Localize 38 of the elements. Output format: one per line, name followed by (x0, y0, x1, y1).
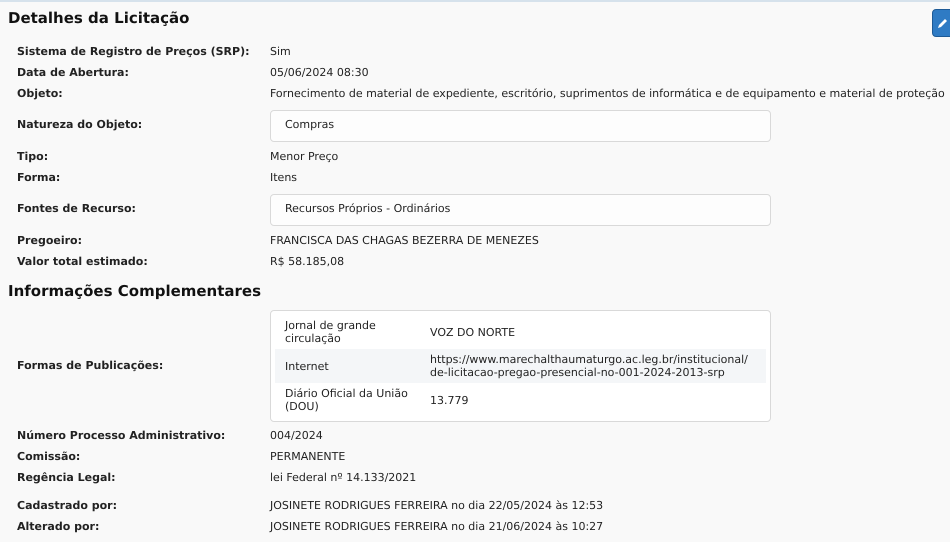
section-title: Informações Complementares (8, 280, 262, 302)
table-cell-text: Internet (284, 360, 330, 372)
value-box: Recursos Próprios - Ordinários (270, 194, 771, 226)
field-label: Fontes de Recurso: (17, 201, 137, 218)
field-label: Valor total estimado: (17, 254, 149, 270)
field-label: Tipo: (17, 148, 50, 165)
section-title: Detalhes da Licitação (8, 8, 190, 29)
field-value: Itens (270, 170, 298, 186)
field-value: R$ 58.185,08 (270, 254, 344, 270)
field-label: Pregoeiro: (17, 232, 83, 249)
field-value: Fornecimento de material de expediente, escritório, suprimentos de informática e de equipamento e material de proteção (270, 86, 945, 102)
pencil-icon (937, 17, 949, 29)
field-value: 05/06/2024 08:30 (270, 64, 369, 81)
field-label: Formas de Publicações: (17, 358, 164, 374)
table-cell: https://www.marechalthaumaturgo.ac.leg.br/institucional/ de-licitacao-pregao-presencial-no-001-2024-2013-srp (430, 353, 748, 379)
field-label: Forma: (17, 170, 62, 186)
table-cell-text: Jornal de grande circulação (284, 319, 377, 345)
field-value: Menor Preço (270, 148, 338, 165)
table-cell: VOZ DO NORTE (430, 326, 516, 338)
field-label: Regência Legal: (17, 470, 117, 486)
field-value: Sim (270, 44, 291, 60)
field-label: Comissão: (17, 449, 82, 466)
field-value: JOSINETE RODRIGUES FERREIRA no dia 22/05/2024 às 12:53 (270, 498, 604, 514)
field-label: Alterado por: (17, 519, 100, 536)
value-box: Compras (270, 110, 771, 142)
field-value: FRANCISCA DAS CHAGAS BEZERRA DE MENEZES (270, 232, 539, 249)
table-cell-text: Diário Oficial da União (DOU) (284, 387, 409, 413)
field-label: Sistema de Registro de Preços (SRP): (17, 44, 251, 60)
field-label: Cadastrado por: (17, 498, 118, 514)
table-cell: 13.779 (430, 394, 468, 406)
field-label: Data de Abertura: (17, 64, 130, 81)
field-value: lei Federal nº 14.133/2021 (270, 470, 416, 486)
field-label: Objeto: (17, 86, 64, 102)
field-value: PERMANENTE (270, 449, 346, 466)
field-value: 004/2024 (270, 428, 323, 444)
field-label: Natureza do Objeto: (17, 117, 144, 134)
field-label: Número Processo Administrativo: (17, 428, 226, 444)
field-value: JOSINETE RODRIGUES FERREIRA no dia 21/06/2024 às 10:27 (270, 519, 604, 536)
